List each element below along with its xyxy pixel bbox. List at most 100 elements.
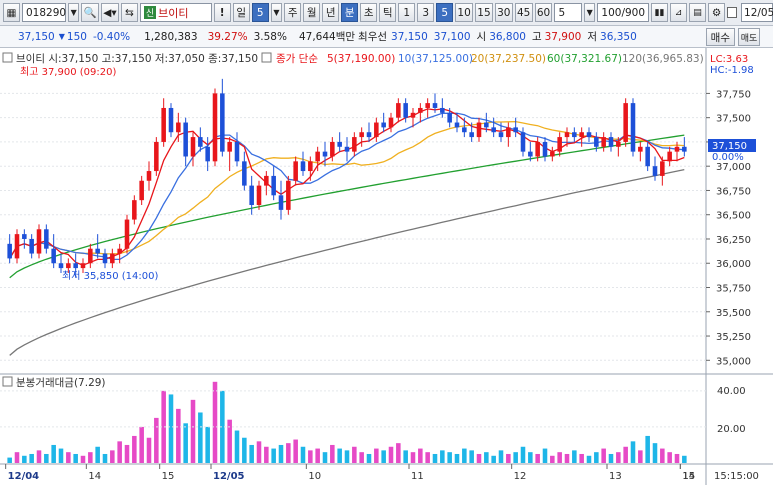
volume-bar [205,426,210,463]
period-tick-button[interactable]: 틱 [379,3,397,22]
date-checkbox[interactable] [727,7,738,18]
alert-button[interactable]: ! [213,3,231,22]
period-week-button[interactable]: 주 [284,3,302,22]
volume-bar [242,437,247,463]
period-dropdown-icon[interactable]: ▼ [270,3,283,22]
volume-bar [513,452,518,463]
credit-badge: 신 [143,6,157,19]
candle-body [352,137,357,152]
gear-icon[interactable]: ⚙ [708,3,726,22]
candle-body [403,103,408,118]
period-day-button[interactable]: 일 [232,3,250,22]
candle-body [80,263,86,269]
minute-10-button[interactable]: 10 [455,3,474,22]
volume-bar [586,455,592,463]
price-tick-label: 35,750 [716,284,751,295]
stock-chart[interactable]: 37,75037,50037,25037,00036,75036,50036,2… [0,48,773,485]
candle-body [337,141,342,147]
volume-bar [520,446,526,463]
period-minute-button[interactable]: 분 [341,3,359,22]
chart-link-icon[interactable]: ⇆ [120,3,138,22]
candle-body [579,132,584,138]
minute-45-button[interactable]: 45 [514,3,533,22]
volume-bar [388,446,394,463]
candle-body [66,263,71,269]
minute-60-button[interactable]: 60 [534,3,553,22]
save-icon[interactable]: ▤ [689,3,707,22]
minute-30-button[interactable]: 30 [494,3,513,22]
candle-body [95,248,100,254]
volume-bar [29,453,34,463]
legend-toggle-icon[interactable] [2,52,13,63]
sell-button[interactable]: 매도 [738,28,760,46]
volume-bar [601,448,606,463]
volume-bar [660,448,665,463]
quote-bar: 37,150 ▼ 150 -0.40% 1,280,383 39.27% 3.5… [0,26,773,48]
period-number[interactable]: 5 [251,3,269,22]
minute-5-button[interactable]: 5 [436,3,454,22]
volume-bar [352,446,357,463]
volume-bar [58,448,64,463]
search-icon[interactable]: 🔍 [81,3,100,22]
volume-bar [176,408,181,463]
volume-toggle-icon[interactable] [2,376,13,387]
volume-bar [564,453,570,463]
period-month-button[interactable]: 월 [303,3,321,22]
history-back-icon[interactable]: ◀▾ [101,3,119,22]
count-input[interactable]: 5 [554,3,582,22]
minute-3-button[interactable]: 3 [417,3,435,22]
candle-body [44,229,49,249]
menu-grid-icon[interactable]: ▦ [3,3,20,22]
minute-15-button[interactable]: 15 [475,3,493,22]
volume-tick-20: 20.00 [717,424,746,435]
candle-body [322,151,328,157]
candle [212,88,218,167]
dropdown-chevron-icon[interactable]: ▼ [68,3,80,22]
volume-bar [410,452,416,463]
candle-body [198,137,203,147]
candle-body [652,166,658,176]
display-count-input[interactable]: 100/900 [597,3,650,22]
count-dropdown-icon[interactable]: ▼ [583,3,596,22]
candle-body [564,132,570,138]
minute-1-button[interactable]: 1 [398,3,416,22]
buy-button[interactable]: 매수 [705,28,735,46]
candle-body [469,132,474,138]
candle-body [388,117,394,128]
candle [623,98,628,147]
price-tick-label: 35,250 [716,332,751,343]
time-tick-label: 12 [514,471,527,482]
volume-bar [36,450,42,463]
candle-body [110,253,115,264]
ruler-icon[interactable]: ⊿ [670,3,688,22]
volume-bar [139,426,144,463]
candle-body [594,137,599,147]
period-second-button[interactable]: 초 [360,3,378,22]
volume-bar [249,444,254,463]
stock-code-input[interactable]: 018290 [22,3,66,22]
candle-body [645,146,650,167]
current-price-pct: 0.00% [712,152,744,163]
candle-body [535,141,540,157]
high-annotation: 최고 37,900 (09:20) [20,66,116,78]
stock-name-field[interactable]: 신 브이티 [139,3,212,22]
candle-body [667,151,672,162]
candle-body [220,93,225,152]
legend-ma-toggle-icon[interactable] [261,52,272,63]
candle-body [418,107,423,113]
candle [36,224,42,259]
candle-body [14,234,20,259]
price-tick-label: 36,000 [716,259,751,270]
price-change: 150 [66,30,87,43]
price-tick-label: 37,000 [716,162,751,173]
candle-settings-icon[interactable]: ▮▮ [651,3,669,22]
candle-body [256,185,262,206]
period-year-button[interactable]: 년 [322,3,340,22]
high-label: 고 [531,31,542,43]
volume-bar [234,430,240,463]
volume-bar [359,452,364,463]
date-input[interactable]: 12/05 [741,3,773,22]
time-tick-label: 15 [682,471,695,482]
price-tick-label: 36,500 [716,211,751,222]
volume-bar [124,444,130,463]
